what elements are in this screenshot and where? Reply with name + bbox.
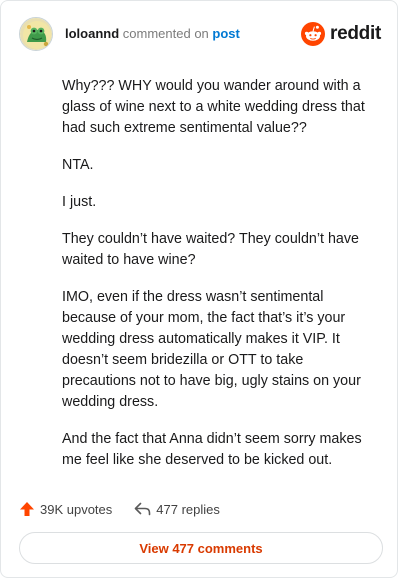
view-comments-button[interactable]: View 477 comments xyxy=(19,532,383,564)
action-text: commented on xyxy=(122,26,209,41)
reply-stat[interactable]: 477 replies xyxy=(134,502,220,517)
comment-paragraph: NTA. xyxy=(62,157,94,173)
comment-paragraph: I just. xyxy=(62,194,97,210)
upvote-stat[interactable]: 39K upvotes xyxy=(19,501,112,517)
post-link[interactable]: post xyxy=(212,26,239,41)
username-link[interactable]: loloannd xyxy=(65,26,119,41)
reply-arrow-icon xyxy=(134,502,151,516)
upvote-arrow-icon xyxy=(20,502,34,516)
comment-body: Why??? WHY would you wander around with … xyxy=(62,76,380,487)
frog-avatar-icon xyxy=(20,18,52,50)
comment-paragraph: And the fact that Anna didn’t seem sorry… xyxy=(62,431,362,468)
comment-footer: 39K upvotes 477 replies xyxy=(19,499,220,519)
comment-paragraph: They couldn’t have waited? They couldn’t… xyxy=(62,231,359,268)
comment-paragraph: Why??? WHY would you wander around with … xyxy=(62,78,365,136)
user-avatar[interactable] xyxy=(19,17,53,51)
upvote-count: 39K upvotes xyxy=(40,501,113,517)
reddit-brand[interactable]: reddit xyxy=(301,22,381,46)
comment-paragraph: IMO, even if the dress wasn’t sentimenta… xyxy=(62,289,361,410)
reply-count: 477 replies xyxy=(156,501,220,517)
comment-header: loloannd commented on post reddit xyxy=(19,17,381,51)
comment-card: loloannd commented on post reddit Why???… xyxy=(0,0,398,578)
comment-meta: loloannd commented on post xyxy=(65,26,240,42)
brand-name: reddit xyxy=(330,23,381,44)
reddit-logo-icon xyxy=(301,22,326,46)
